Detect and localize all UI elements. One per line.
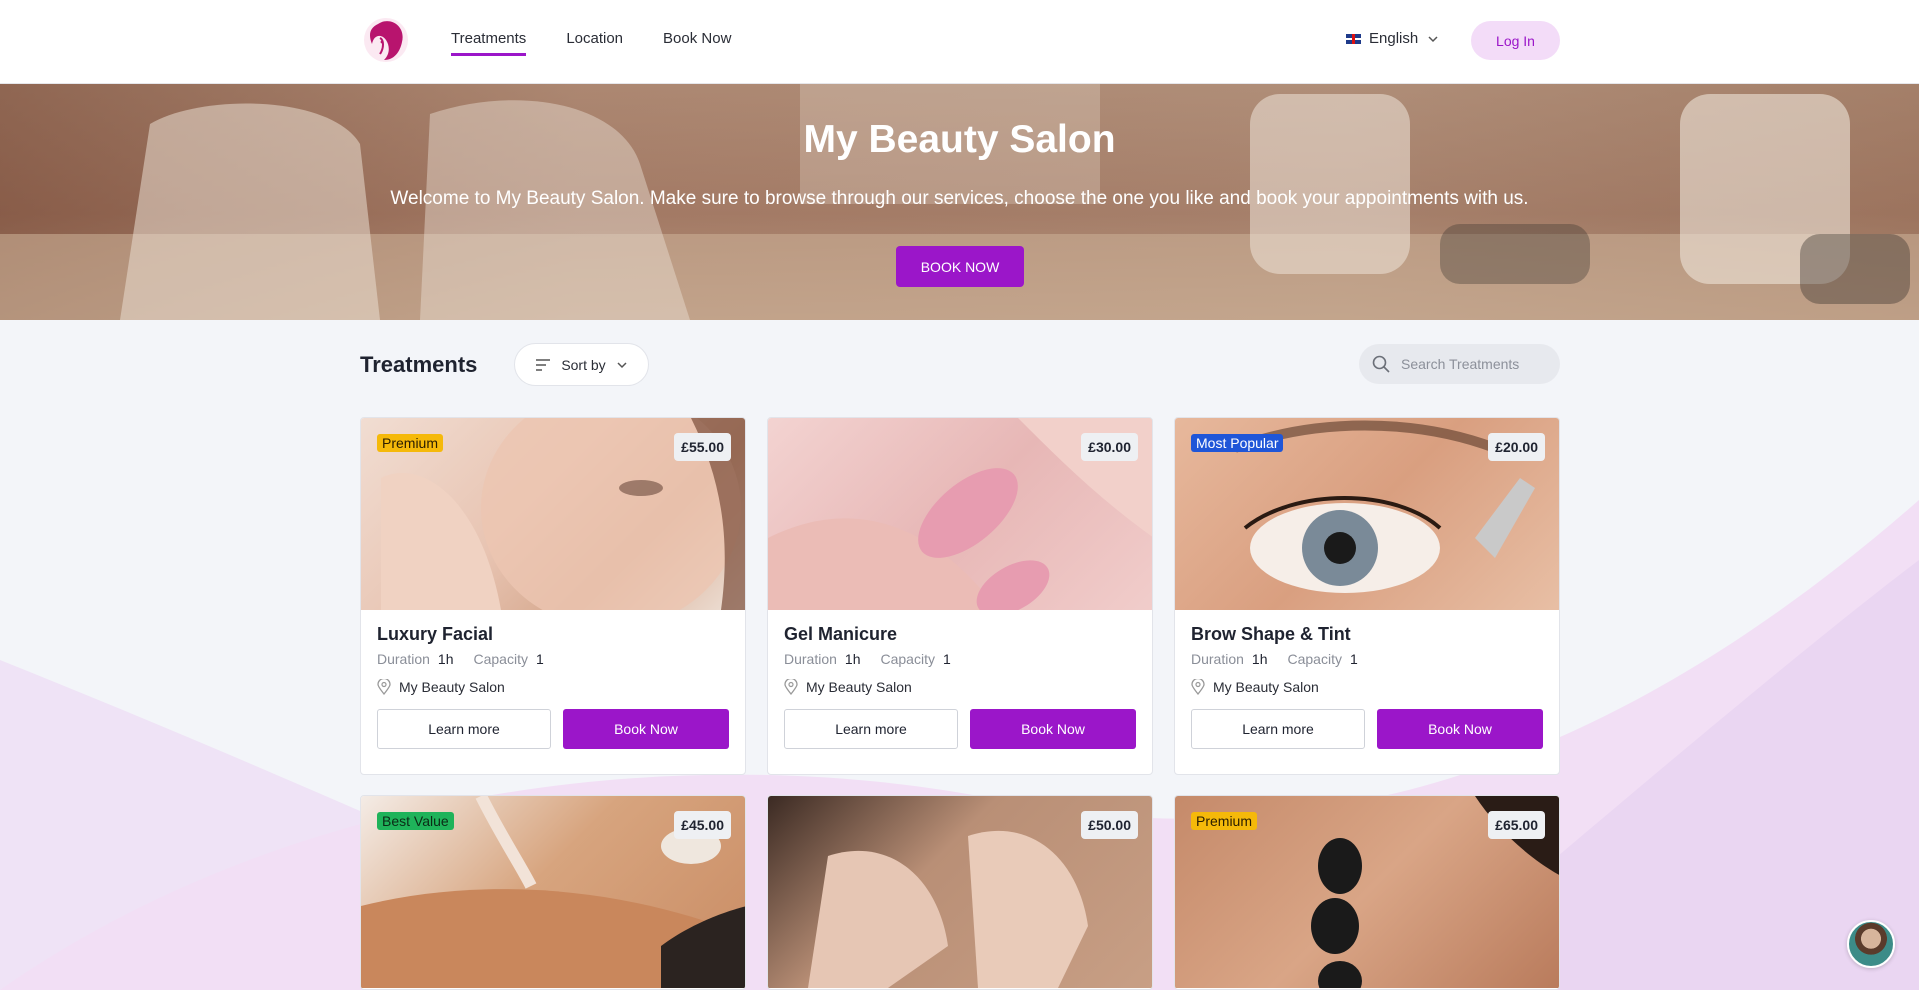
treatment-meta: Duration 1h Capacity 1 [1191,651,1543,667]
status-badge: Premium [377,434,444,452]
search-box [1359,344,1560,384]
price-tag: £30.00 [1081,433,1138,461]
learn-more-button[interactable]: Learn more [377,709,551,749]
treatment-name: Luxury Facial [377,624,494,644]
language-selector[interactable]: English [1346,30,1440,47]
treatment-location: My Beauty Salon [1191,679,1543,695]
location-name: My Beauty Salon [806,679,912,695]
login-button[interactable]: Log In [1471,21,1560,60]
treatment-name: Brow Shape & Tint [1191,624,1351,644]
treatment-image: £30.00 [768,418,1152,616]
chevron-down-icon [617,361,627,368]
capacity-value: 1 [535,651,544,667]
duration-label: Duration [1191,651,1244,667]
learn-more-button[interactable]: Learn more [784,709,958,749]
learn-more-button[interactable]: Learn more [1191,709,1365,749]
treatment-card: Most Popular £20.00 Brow Shape & Tint Du… [1174,417,1560,775]
hero-subtitle: Welcome to My Beauty Salon. Make sure to… [390,188,1529,209]
woman-face-logo-icon[interactable] [360,14,412,66]
capacity-label: Capacity [880,651,935,667]
duration-value: 1h [1251,651,1268,667]
treatment-location: My Beauty Salon [377,679,729,695]
hero-banner: My Beauty Salon Welcome to My Beauty Sal… [0,84,1919,320]
treatment-card: Premium £55.00 Luxury Facial Duration 1h… [360,417,746,775]
map-pin-icon [1191,679,1205,695]
treatment-meta: Duration 1h Capacity 1 [784,651,1136,667]
price-tag: £45.00 [674,811,731,839]
capacity-value: 1 [1349,651,1358,667]
chevron-down-icon [1428,35,1438,42]
treatments-heading: Treatments [360,352,478,377]
sort-by-button[interactable]: Sort by [514,343,649,386]
hero-book-now-button[interactable]: BOOK NOW [896,246,1024,287]
duration-value: 1h [844,651,861,667]
treatment-image: £50.00 [768,796,1152,988]
treatment-meta: Duration 1h Capacity 1 [377,651,729,667]
nav-book-now[interactable]: Book Now [663,30,731,56]
status-badge: Premium [1191,812,1258,830]
map-pin-icon [784,679,798,695]
treatment-card: £50.00 [767,795,1153,990]
price-tag: £55.00 [674,433,731,461]
nav-location[interactable]: Location [566,30,623,56]
main-nav: Treatments Location Book Now [451,30,731,56]
treatment-card: £30.00 Gel Manicure Duration 1h Capacity… [767,417,1153,775]
location-name: My Beauty Salon [1213,679,1319,695]
treatment-card: Best Value £45.00 [360,795,746,990]
treatment-name: Gel Manicure [784,624,898,644]
status-badge: Most Popular [1191,434,1284,452]
price-tag: £65.00 [1488,811,1545,839]
book-now-button[interactable]: Book Now [1376,709,1543,749]
book-now-button[interactable]: Book Now [969,709,1136,749]
duration-label: Duration [377,651,430,667]
treatment-image: Premium £55.00 [361,418,745,628]
status-badge: Best Value [377,812,454,830]
hero-title: My Beauty Salon [803,118,1116,161]
language-label: English [1369,30,1419,47]
capacity-label: Capacity [473,651,528,667]
duration-label: Duration [784,651,837,667]
sort-lines-icon [536,358,551,371]
book-now-button[interactable]: Book Now [562,709,729,749]
chat-support-avatar[interactable] [1847,920,1895,968]
treatment-image: Most Popular £20.00 [1175,418,1559,610]
capacity-value: 1 [942,651,951,667]
uk-flag-icon [1346,33,1361,44]
duration-value: 1h [437,651,454,667]
location-name: My Beauty Salon [399,679,505,695]
treatment-image: Best Value £45.00 [361,796,745,988]
treatment-image: Premium £65.00 [1175,796,1559,989]
price-tag: £20.00 [1488,433,1545,461]
search-icon [1372,355,1390,373]
map-pin-icon [377,679,391,695]
top-navigation-bar: Treatments Location Book Now English Log… [0,0,1919,84]
price-tag: £50.00 [1081,811,1138,839]
nav-treatments[interactable]: Treatments [451,30,527,56]
search-input[interactable] [1401,356,1551,372]
capacity-label: Capacity [1287,651,1342,667]
treatment-card: Premium £65.00 [1174,795,1560,990]
treatment-location: My Beauty Salon [784,679,1136,695]
sort-by-label: Sort by [561,356,606,373]
